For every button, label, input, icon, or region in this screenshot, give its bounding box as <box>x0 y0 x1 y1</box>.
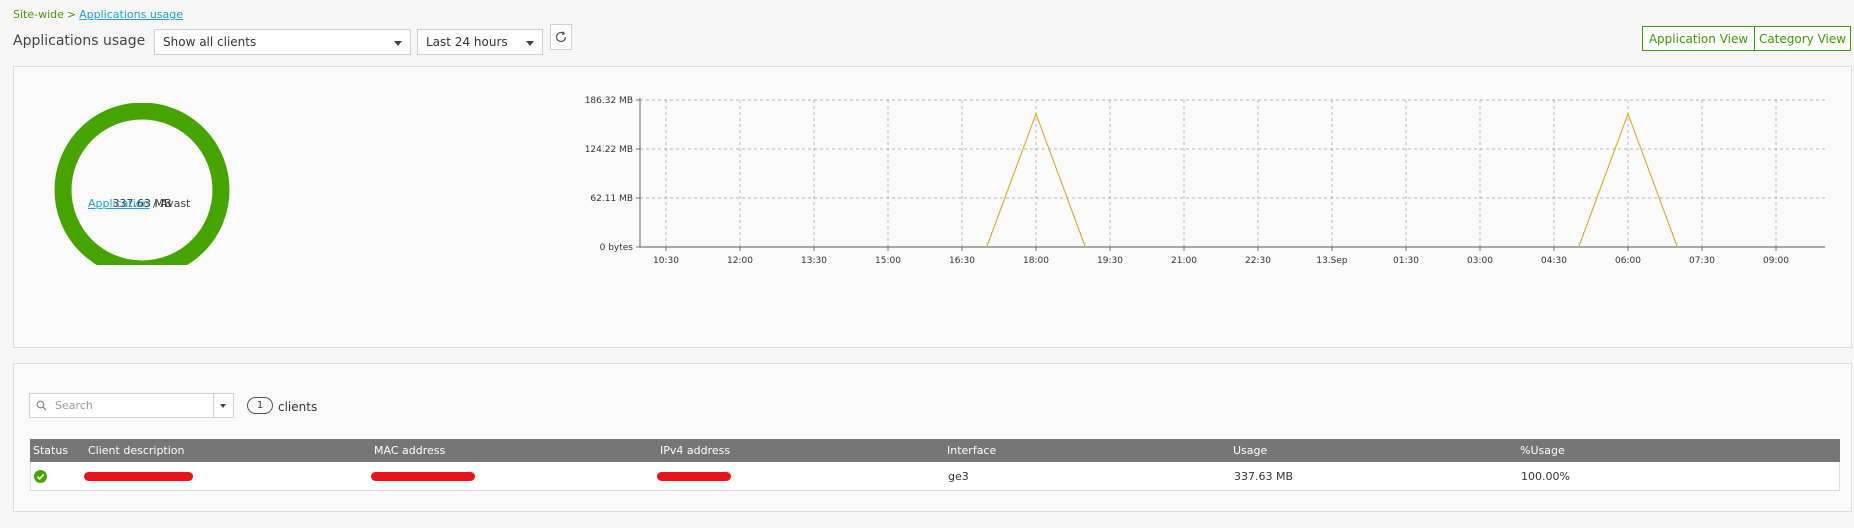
application-view-button[interactable]: Application View <box>1642 26 1755 51</box>
status-online-icon <box>34 470 47 483</box>
client-count-label: clients <box>278 400 318 414</box>
breadcrumb-root[interactable]: Site-wide <box>13 8 64 21</box>
chevron-down-icon <box>220 404 226 408</box>
redacted-client-description <box>84 472 193 481</box>
x-tick-label: 06:00 <box>1615 256 1641 266</box>
x-tick-label: 18:00 <box>1023 256 1049 266</box>
x-tick-label: 21:00 <box>1171 256 1197 266</box>
x-tick-label: 19:30 <box>1097 256 1123 266</box>
client-filter-value: Show all clients <box>163 35 257 49</box>
x-tick-label: 13:30 <box>801 256 827 266</box>
column-header-interface[interactable]: Interface <box>947 444 996 457</box>
x-tick-label: 01:30 <box>1393 256 1419 266</box>
search-box[interactable] <box>29 393 214 418</box>
caption-separator: / <box>152 197 157 210</box>
breadcrumb: Site-wide > Applications usage <box>13 8 183 21</box>
clients-table: Status Client description MAC address IP… <box>30 439 1840 491</box>
category-view-button[interactable]: Category View <box>1754 26 1851 51</box>
table-header: Status Client description MAC address IP… <box>30 439 1840 462</box>
y-tick-label: 186.32 MB <box>585 96 633 106</box>
cell-pct-usage: 100.00% <box>1521 470 1570 483</box>
y-tick-label: 62.11 MB <box>590 194 633 204</box>
x-tick-label: 13.Sep <box>1316 256 1348 266</box>
table-row[interactable]: ge3 337.63 MB 100.00% <box>30 462 1840 491</box>
chevron-down-icon <box>394 41 402 46</box>
time-range-select[interactable]: Last 24 hours <box>417 29 543 55</box>
column-header-mac-address[interactable]: MAC address <box>374 444 445 457</box>
page-title: Applications usage <box>13 33 146 49</box>
breadcrumb-current-link[interactable]: Applications usage <box>79 8 183 21</box>
column-header-ipv4-address[interactable]: IPv4 address <box>660 444 730 457</box>
x-tick-label: 03:00 <box>1467 256 1493 266</box>
x-tick-label: 04:30 <box>1541 256 1567 266</box>
search-icon <box>36 400 47 411</box>
column-header-client-description[interactable]: Client description <box>88 444 185 457</box>
x-tick-label: 07:30 <box>1689 256 1715 266</box>
application-link[interactable]: Application <box>88 197 149 210</box>
donut-caption: Application / Avast <box>88 197 190 210</box>
client-count-badge: 1 <box>247 397 273 414</box>
chevron-down-icon <box>526 41 534 46</box>
client-filter-select[interactable]: Show all clients <box>154 29 411 55</box>
y-tick-label: 0 bytes <box>600 243 634 253</box>
time-range-value: Last 24 hours <box>426 35 508 49</box>
search-input[interactable] <box>53 398 197 413</box>
x-tick-label: 12:00 <box>727 256 753 266</box>
redacted-ipv4-address <box>657 472 731 481</box>
y-tick-label: 124.22 MB <box>585 145 633 155</box>
refresh-icon <box>555 31 567 43</box>
x-tick-label: 10:30 <box>653 256 679 266</box>
breadcrumb-separator: > <box>66 8 77 21</box>
donut-ring <box>54 103 230 265</box>
cell-usage: 337.63 MB <box>1234 470 1294 483</box>
x-tick-label: 16:30 <box>949 256 975 266</box>
search-filter-dropdown[interactable] <box>213 393 234 418</box>
caption-application-name: Avast <box>160 197 191 210</box>
x-tick-label: 09:00 <box>1763 256 1789 266</box>
x-tick-label: 15:00 <box>875 256 901 266</box>
refresh-button[interactable] <box>550 24 572 50</box>
cell-interface: ge3 <box>948 470 969 483</box>
column-header-pct-usage[interactable]: %Usage <box>1520 444 1565 457</box>
column-header-usage[interactable]: Usage <box>1233 444 1267 457</box>
x-tick-label: 22:30 <box>1245 256 1271 266</box>
usage-line-chart: 0 bytes 62.11 MB 124.22 MB 186.32 MB 10:30 12… <box>585 96 1825 266</box>
redacted-mac-address <box>371 472 475 481</box>
donut-chart: 337.63 MB <box>54 103 230 265</box>
column-header-status[interactable]: Status <box>33 444 68 457</box>
